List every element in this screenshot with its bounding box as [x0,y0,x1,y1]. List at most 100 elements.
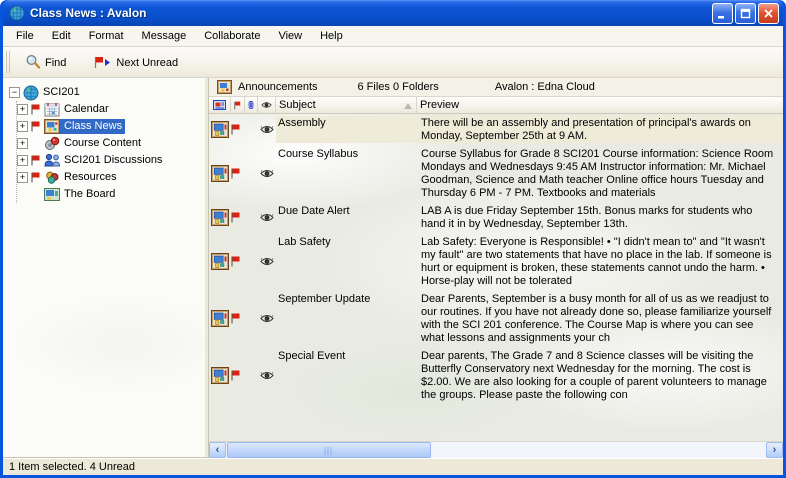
app-icon [9,5,25,21]
find-button[interactable]: Find [18,51,73,73]
tree-item-sci201-discussions[interactable]: + SCI201 Discussions [17,152,203,169]
menu-item-help[interactable]: Help [311,28,352,44]
message-subject[interactable]: September Update [276,292,417,345]
column-eye[interactable] [258,97,276,113]
announcement-icon [209,349,231,402]
eye-icon[interactable] [258,204,276,231]
menu-item-file[interactable]: File [7,28,43,44]
message-subject[interactable]: Course Syllabus [276,147,417,200]
announcement-icon [209,235,231,288]
message-preview[interactable]: Lab Safety: Everyone is Responsible! • "… [417,235,783,288]
tree-item-the-board[interactable]: The Board [17,186,203,203]
toolbar-gripper[interactable] [5,51,12,73]
column-subject[interactable]: Subject [276,97,417,113]
tree-item-label: The Board [63,187,118,202]
eye-icon[interactable] [258,292,276,345]
tree-item-resources[interactable]: + Resources [17,169,203,186]
message-subject[interactable]: Due Date Alert [276,204,417,231]
message-preview[interactable]: Dear parents, The Grade 7 and 8 Science … [417,349,783,402]
eye-icon[interactable] [258,235,276,288]
pane-server: Avalon : Edna Cloud [495,81,595,93]
collapse-toggle[interactable]: − [9,87,20,98]
tree-item-label: SCI201 Discussions [63,153,165,168]
pane-title: Announcements [238,81,318,93]
pane-header-bar: Announcements 6 Files 0 Folders Avalon :… [209,78,783,97]
tree-item-label: Course Content [63,136,144,151]
attachment-icon [248,99,254,111]
menu-item-message[interactable]: Message [133,28,196,44]
expand-toggle[interactable]: + [17,138,28,149]
tree-item-label: Class News [63,119,125,134]
unread-flag-icon [31,172,42,183]
message-list-pane: Announcements 6 Files 0 Folders Avalon :… [208,78,783,458]
message-row-special-event[interactable]: Special EventDear parents, The Grade 7 a… [209,348,783,405]
tree-item-sci201[interactable]: − SCI201 [9,84,203,101]
unread-flag-icon [31,121,42,132]
eye-icon[interactable] [258,116,276,143]
board-icon [44,187,61,202]
menu-item-view[interactable]: View [269,28,311,44]
expand-toggle[interactable]: + [17,155,28,166]
discussions-icon [44,153,61,168]
application-window: Class News : Avalon FileEditFormatMessag… [0,0,786,478]
column-attachment[interactable] [245,97,258,113]
unread-flag-icon [231,147,245,200]
horizontal-scrollbar[interactable]: ‹ › [209,441,783,458]
tree-children: +Calendar+Class News+Course Content+SCI2… [16,101,203,203]
tree-item-label: SCI201 [42,85,83,100]
message-subject[interactable]: Special Event [276,349,417,402]
close-button[interactable] [758,3,779,24]
tree-item-content: Resources [44,170,120,185]
column-preview[interactable]: Preview [417,97,783,113]
expand-toggle[interactable]: + [17,104,28,115]
message-subject[interactable]: Lab Safety [276,235,417,288]
minimize-button[interactable] [712,3,733,24]
title-bar[interactable]: Class News : Avalon [3,0,783,26]
scrollbar-thumb[interactable] [227,442,431,458]
tree-item-class-news[interactable]: + Class News [17,118,203,135]
unread-flag-icon [231,292,245,345]
maximize-button[interactable] [735,3,756,24]
message-preview[interactable]: Course Syllabus for Grade 8 SCI201 Cours… [417,147,783,200]
scroll-right-button[interactable]: › [766,442,783,458]
eye-icon [261,101,272,109]
message-row-course-syllabus[interactable]: Course SyllabusCourse Syllabus for Grade… [209,146,783,203]
tree-item-course-content[interactable]: + Course Content [17,135,203,152]
calendar-icon [44,102,61,117]
unread-flag-icon [231,116,245,143]
message-preview[interactable]: There will be an assembly and presentati… [417,116,783,143]
attachment-cell [245,147,258,200]
unread-flag-icon [231,204,245,231]
expand-toggle[interactable]: + [17,172,28,183]
scroll-left-button[interactable]: ‹ [209,442,226,458]
toolbar: Find Next Unread [3,47,783,78]
message-preview[interactable]: Dear Parents, September is a busy month … [417,292,783,345]
message-row-september-update[interactable]: September UpdateDear Parents, September … [209,291,783,348]
next-unread-label: Next Unread [116,56,178,69]
tree-item-content: Class News [44,119,125,134]
column-message-icon[interactable] [209,97,231,113]
column-header-row: Subject Preview [209,97,783,114]
eye-icon[interactable] [258,147,276,200]
tree-item-content: Course Content [44,136,144,151]
next-unread-button[interactable]: Next Unread [87,53,185,72]
expand-toggle[interactable]: + [17,121,28,132]
window-title: Class News : Avalon [30,6,710,20]
menu-item-edit[interactable]: Edit [43,28,80,44]
message-row-lab-safety[interactable]: Lab SafetyLab Safety: Everyone is Respon… [209,234,783,291]
menu-item-collaborate[interactable]: Collaborate [195,28,269,44]
attachment-cell [245,235,258,288]
tree-item-content: SCI201 Discussions [44,153,165,168]
eye-icon[interactable] [258,349,276,402]
message-subject[interactable]: Assembly [276,116,417,143]
tree-item-calendar[interactable]: +Calendar [17,101,203,118]
column-flag[interactable] [231,97,245,113]
menu-item-format[interactable]: Format [80,28,133,44]
attachment-cell [245,204,258,231]
message-preview[interactable]: LAB A is due Friday September 15th. Bonu… [417,204,783,231]
resources-icon [44,170,61,185]
menu-bar: FileEditFormatMessageCollaborateViewHelp [3,26,783,47]
message-row-due-date-alert[interactable]: Due Date AlertLAB A is due Friday Septem… [209,203,783,234]
message-row-assembly[interactable]: AssemblyThere will be an assembly and pr… [209,115,783,146]
announcement-icon [209,204,231,231]
